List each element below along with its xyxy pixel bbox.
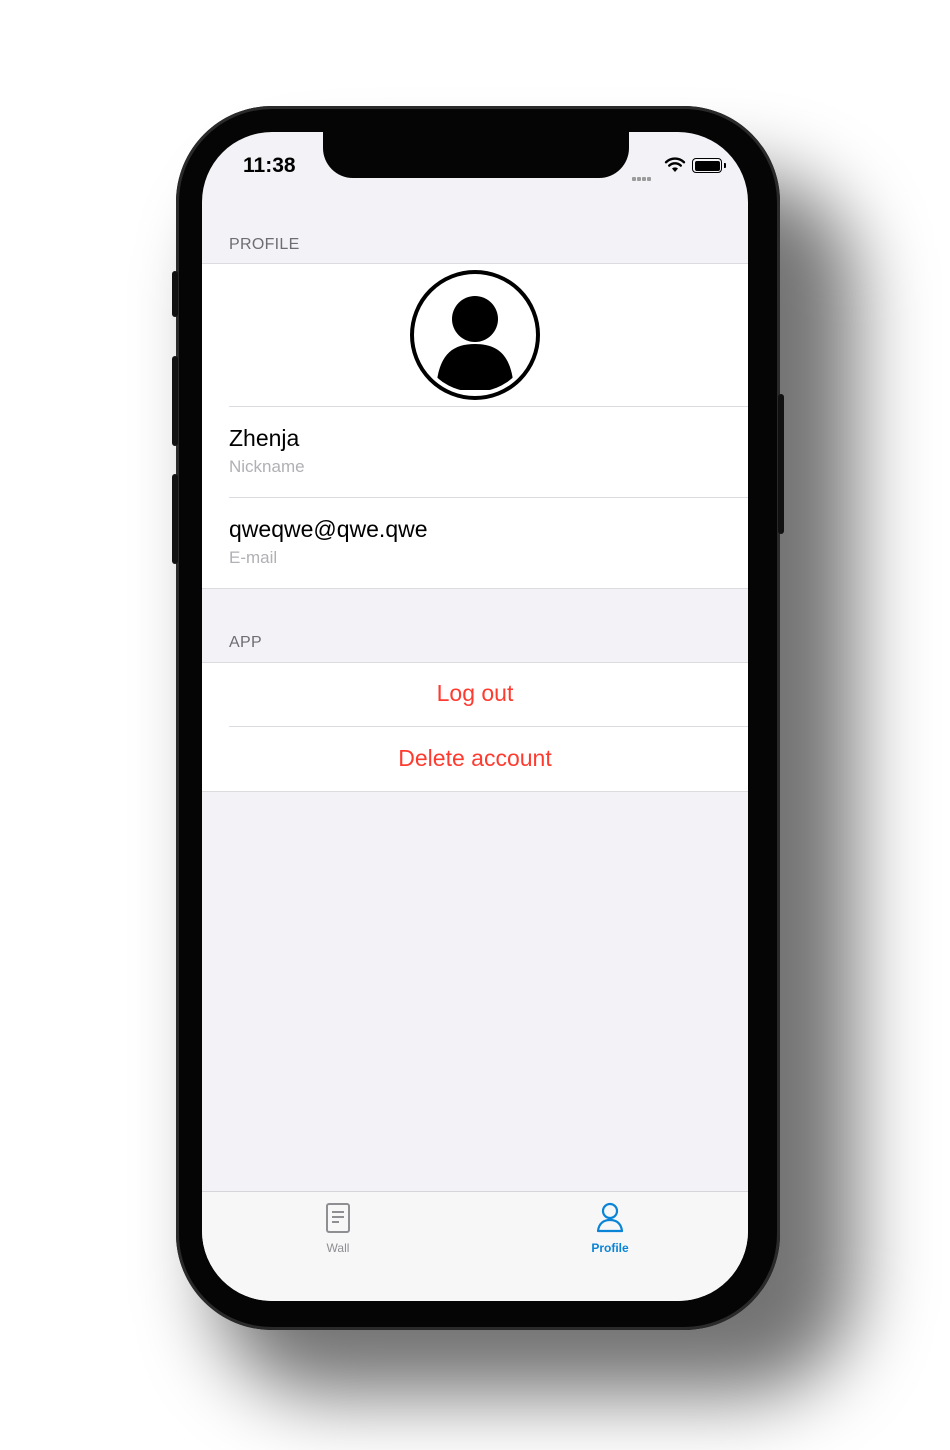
wifi-icon [664,157,686,172]
status-icons [632,156,732,181]
volume-down-button [172,474,178,564]
tab-profile[interactable]: Profile [560,1202,660,1255]
nickname-cell[interactable]: Zhenja Nickname [202,407,748,497]
profile-group: Zhenja Nickname qweqwe@qwe.qwe E-mail [202,263,748,589]
app-section-header: APP [229,634,262,651]
user-avatar-icon[interactable] [410,270,540,400]
person-icon [596,1202,624,1233]
email-cell[interactable]: qweqwe@qwe.qwe E-mail [202,498,748,588]
battery-icon [692,158,726,173]
nickname-value: Zhenja [229,425,300,451]
logout-button[interactable]: Log out [202,680,748,707]
notch [323,132,629,178]
app-group: Log out Delete account [202,662,748,792]
silent-switch [172,271,178,317]
document-icon [326,1203,350,1233]
separator [229,726,748,727]
nickname-label: Nickname [229,457,305,476]
status-time: 11:38 [243,154,296,177]
tab-bar: Wall Profile [202,1191,748,1301]
phone-screen: 11:38 PROFILE Zhenja Nickname qweqwe@qwe… [202,132,748,1301]
profile-section-header: PROFILE [229,236,300,253]
power-button [778,394,784,534]
tab-wall-label: Wall [326,1241,350,1255]
avatar-cell[interactable] [202,264,748,406]
tab-wall[interactable]: Wall [288,1202,388,1255]
volume-up-button [172,356,178,446]
email-label: E-mail [229,548,278,567]
tab-profile-label: Profile [591,1241,629,1255]
delete-account-button[interactable]: Delete account [202,745,748,772]
email-value: qweqwe@qwe.qwe [229,516,428,542]
signal-icon [632,168,652,186]
